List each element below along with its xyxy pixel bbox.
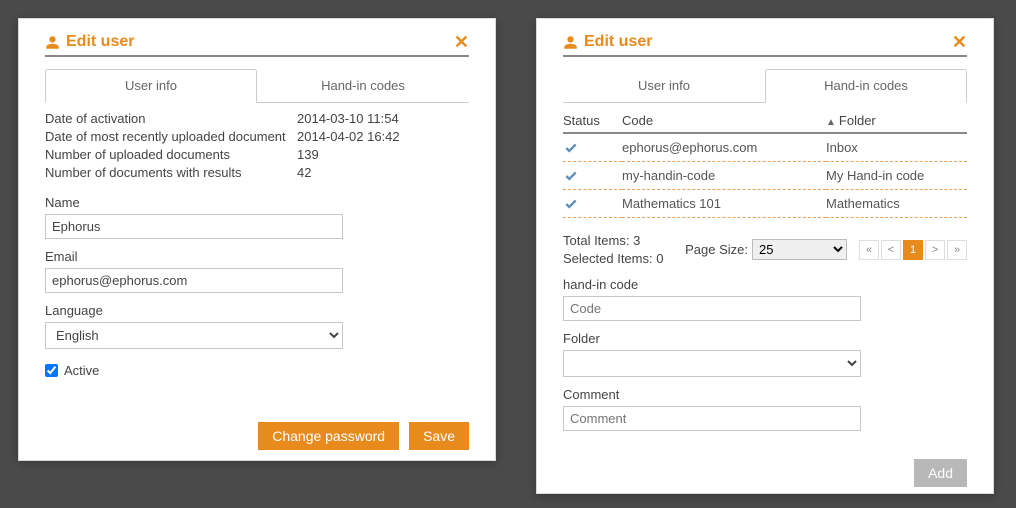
- tab-handin-codes[interactable]: Hand-in codes: [765, 69, 967, 103]
- dialog-title: Edit user: [45, 33, 134, 51]
- edit-user-dialog-userinfo: Edit user ✕ User info Hand-in codes Date…: [18, 18, 496, 461]
- change-password-button[interactable]: Change password: [258, 422, 399, 450]
- check-icon: [563, 141, 618, 155]
- folder-label: Folder: [563, 331, 967, 346]
- page-size-select[interactable]: 25: [752, 239, 847, 260]
- check-icon: [563, 169, 618, 183]
- close-icon[interactable]: ✕: [454, 33, 469, 51]
- cell-code: my-handin-code: [622, 162, 826, 190]
- sort-asc-icon: ▲: [826, 117, 836, 128]
- page-size-label: Page Size:: [685, 242, 748, 257]
- cell-code: Mathematics 101: [622, 190, 826, 218]
- name-input[interactable]: [45, 214, 343, 239]
- pager-first[interactable]: «: [859, 240, 879, 260]
- comment-label: Comment: [563, 387, 967, 402]
- active-row: Active: [45, 363, 469, 378]
- info-value: 2014-03-10 11:54: [297, 109, 469, 127]
- edit-user-dialog-handin: Edit user ✕ User info Hand-in codes Stat…: [536, 18, 994, 494]
- tab-user-info[interactable]: User info: [563, 69, 765, 102]
- folder-select[interactable]: [563, 350, 861, 377]
- close-icon[interactable]: ✕: [952, 33, 967, 51]
- selected-items-value: 0: [656, 251, 663, 266]
- info-label: Number of uploaded documents: [45, 145, 295, 163]
- cell-folder: Mathematics: [826, 190, 967, 218]
- dialog-title-text: Edit user: [584, 33, 652, 51]
- email-label: Email: [45, 249, 469, 264]
- col-status[interactable]: Status: [563, 109, 622, 133]
- user-icon: [563, 35, 578, 50]
- cell-folder: Inbox: [826, 133, 967, 162]
- user-info-grid: Date of activation 2014-03-10 11:54 Date…: [45, 109, 469, 181]
- save-button[interactable]: Save: [409, 422, 469, 450]
- active-checkbox[interactable]: [45, 364, 58, 377]
- dialog-header: Edit user ✕: [563, 33, 967, 57]
- language-label: Language: [45, 303, 469, 318]
- active-label: Active: [64, 363, 99, 378]
- button-row: Change password Save: [45, 422, 469, 450]
- info-label: Date of activation: [45, 109, 295, 127]
- table-row[interactable]: ephorus@ephorus.com Inbox: [563, 133, 967, 162]
- total-items-value: 3: [633, 233, 640, 248]
- name-label: Name: [45, 195, 469, 210]
- tab-handin-codes[interactable]: Hand-in codes: [257, 69, 469, 102]
- table-row[interactable]: Mathematics 101 Mathematics: [563, 190, 967, 218]
- handin-table: Status Code ▲Folder ephorus@ephorus.com …: [563, 109, 967, 218]
- comment-input[interactable]: [563, 406, 861, 431]
- language-select[interactable]: English: [45, 322, 343, 349]
- add-button[interactable]: Add: [914, 459, 967, 487]
- info-value: 139: [297, 145, 469, 163]
- pager: « < 1 > »: [859, 240, 967, 260]
- tabs: User info Hand-in codes: [563, 69, 967, 103]
- info-value: 42: [297, 163, 469, 181]
- cell-folder: My Hand-in code: [826, 162, 967, 190]
- col-code[interactable]: Code: [622, 109, 826, 133]
- tab-user-info[interactable]: User info: [45, 69, 257, 103]
- handin-code-input[interactable]: [563, 296, 861, 321]
- handin-code-label: hand-in code: [563, 277, 967, 292]
- table-row[interactable]: my-handin-code My Hand-in code: [563, 162, 967, 190]
- total-items-label: Total Items:: [563, 233, 629, 248]
- pager-page-current[interactable]: 1: [903, 240, 923, 260]
- pager-next[interactable]: >: [925, 240, 945, 260]
- info-label: Date of most recently uploaded document: [45, 127, 295, 145]
- info-label: Number of documents with results: [45, 163, 295, 181]
- selected-items-label: Selected Items:: [563, 251, 653, 266]
- check-icon: [563, 197, 618, 211]
- pager-prev[interactable]: <: [881, 240, 901, 260]
- cell-code: ephorus@ephorus.com: [622, 133, 826, 162]
- dialog-title: Edit user: [563, 33, 652, 51]
- col-folder[interactable]: ▲Folder: [826, 109, 967, 133]
- info-value: 2014-04-02 16:42: [297, 127, 469, 145]
- pager-last[interactable]: »: [947, 240, 967, 260]
- tabs: User info Hand-in codes: [45, 69, 469, 103]
- dialog-title-text: Edit user: [66, 33, 134, 51]
- stats-row: Total Items: 3 Selected Items: 0 Page Si…: [563, 232, 967, 267]
- user-icon: [45, 35, 60, 50]
- email-input[interactable]: [45, 268, 343, 293]
- dialog-header: Edit user ✕: [45, 33, 469, 57]
